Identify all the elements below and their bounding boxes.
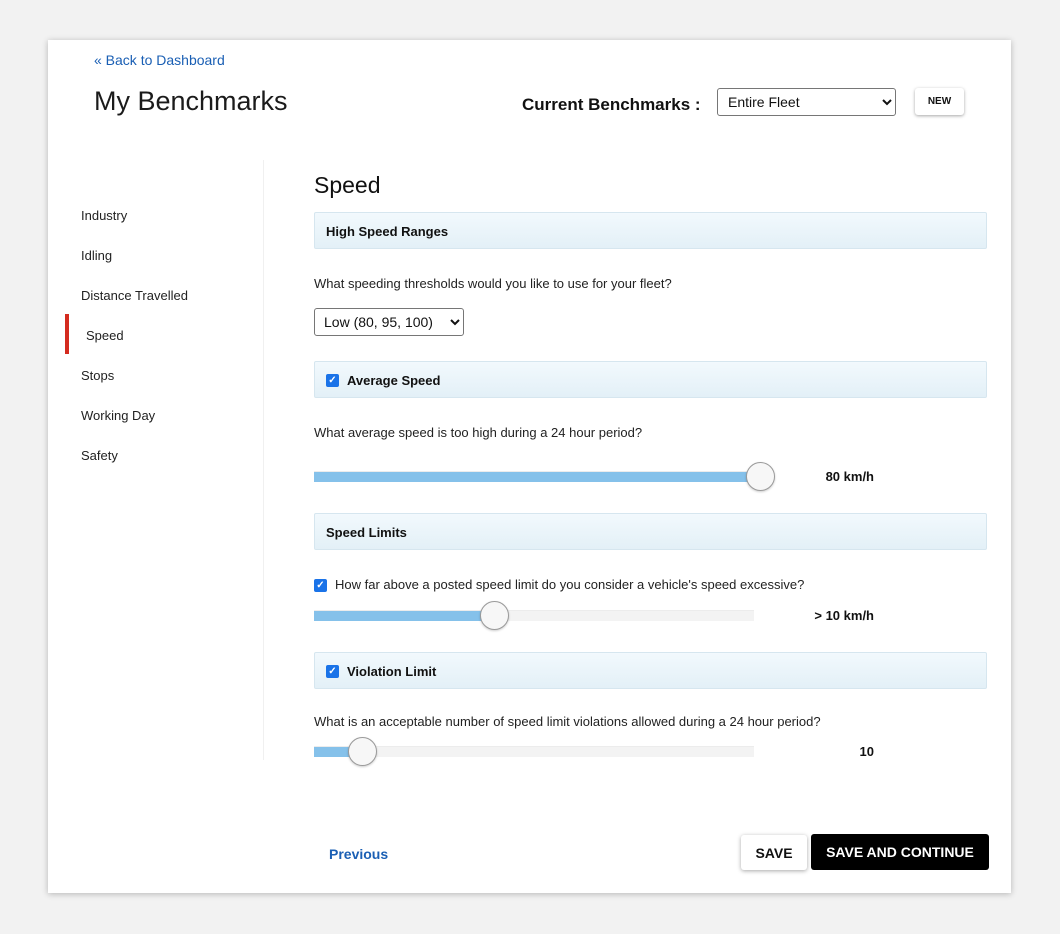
benchmarks-card: « Back to Dashboard My Benchmarks Curren… [48, 40, 1011, 893]
previous-link[interactable]: Previous [329, 846, 388, 862]
violation-limit-slider-handle[interactable] [348, 737, 378, 766]
active-indicator [65, 314, 69, 354]
average-speed-slider[interactable] [314, 462, 776, 491]
speeding-threshold-select[interactable]: Low (80, 95, 100) [314, 308, 464, 336]
current-benchmarks-label: Current Benchmarks : [522, 95, 701, 114]
violation-limit-value: 10 [859, 744, 874, 759]
high-speed-ranges-title: High Speed Ranges [326, 224, 449, 239]
back-to-dashboard-link[interactable]: « Back to Dashboard [94, 52, 225, 68]
average-speed-title: Average Speed [347, 373, 441, 388]
violation-limit-title: Violation Limit [347, 664, 437, 679]
speed-limit-value: > 10 km/h [814, 608, 874, 623]
save-button[interactable]: SAVE [741, 835, 807, 870]
current-benchmarks-select[interactable]: Entire Fleet [717, 88, 896, 116]
new-benchmark-button[interactable]: NEW [915, 88, 964, 115]
violation-limit-checkbox[interactable]: ✓ [326, 665, 339, 678]
average-speed-question: What average speed is too high during a … [314, 425, 643, 440]
section-title: Speed [314, 172, 381, 198]
sidebar-item-industry[interactable]: Industry [81, 208, 127, 223]
speed-limit-slider-fill [314, 611, 495, 621]
average-speed-value: 80 km/h [825, 469, 874, 484]
speed-limit-excess-checkbox[interactable]: ✓ [314, 579, 327, 592]
violation-limit-slider[interactable] [314, 737, 754, 766]
sidebar-item-safety[interactable]: Safety [81, 448, 118, 463]
violation-question: What is an acceptable number of speed li… [314, 714, 821, 729]
violation-limit-header: ✓ Violation Limit [314, 652, 987, 689]
speed-limits-title: Speed Limits [326, 525, 407, 540]
high-speed-ranges-header: High Speed Ranges [314, 212, 987, 249]
sidebar-item-distance-travelled[interactable]: Distance Travelled [81, 288, 188, 303]
threshold-question: What speeding thresholds would you like … [314, 276, 672, 291]
average-speed-header: ✓ Average Speed [314, 361, 987, 398]
average-speed-checkbox[interactable]: ✓ [326, 374, 339, 387]
speed-limit-question: How far above a posted speed limit do yo… [335, 577, 805, 592]
speed-limit-slider-handle[interactable] [480, 601, 510, 630]
save-and-continue-button[interactable]: SAVE AND CONTINUE [811, 834, 989, 870]
benchmark-sidebar: Industry Idling Distance Travelled Speed… [48, 160, 264, 760]
speed-limit-slider[interactable] [314, 601, 754, 630]
sidebar-item-stops[interactable]: Stops [81, 368, 114, 383]
sidebar-item-speed[interactable]: Speed [86, 328, 124, 343]
speed-limits-header: Speed Limits [314, 513, 987, 550]
sidebar-item-working-day[interactable]: Working Day [81, 408, 155, 423]
sidebar-item-idling[interactable]: Idling [81, 248, 112, 263]
average-speed-slider-fill [314, 472, 761, 482]
page-title: My Benchmarks [94, 86, 288, 116]
